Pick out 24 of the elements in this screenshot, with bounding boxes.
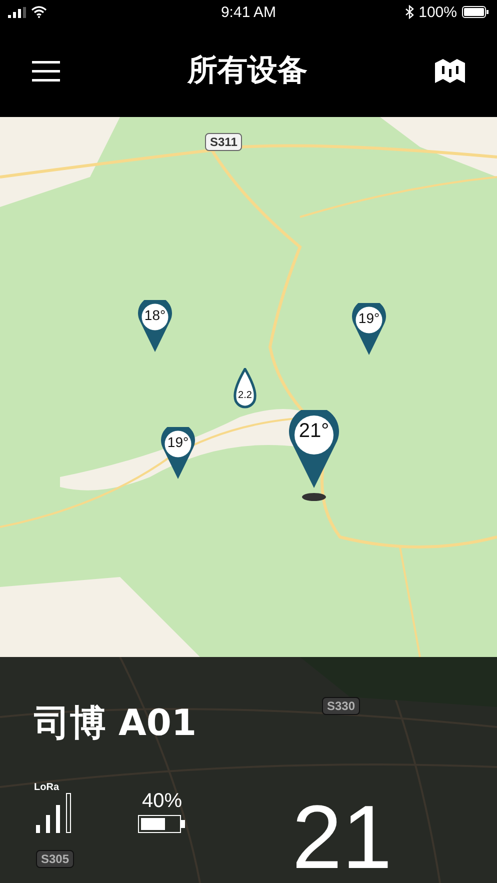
status-time: 9:41 AM (220, 4, 276, 20)
device-name: 司博 A01 (34, 702, 196, 746)
temperature-pin[interactable]: 21° (289, 410, 339, 488)
signal-icon (8, 6, 26, 18)
temperature-reading: 21 (292, 793, 392, 883)
battery-icon (138, 815, 186, 833)
page-title: 所有设备 (188, 52, 308, 90)
menu-icon (32, 60, 60, 82)
battery-icon (462, 6, 489, 18)
temperature-pin[interactable]: 18° (138, 300, 172, 352)
wifi-icon (31, 6, 47, 18)
road-label: S330 (322, 697, 360, 715)
temperature-pin[interactable]: 19° (352, 303, 386, 355)
bluetooth-icon (404, 5, 414, 19)
network-label: LoRa (34, 782, 60, 793)
rain-pin[interactable]: 2.2 (233, 368, 257, 410)
battery-percent: 40% (142, 790, 182, 813)
temperature-pin[interactable]: 19° (161, 427, 195, 479)
map-icon (435, 58, 465, 84)
road-label: S305 (36, 850, 74, 868)
menu-button[interactable] (32, 60, 60, 82)
map-view-button[interactable] (435, 58, 465, 84)
road-label: S311 (205, 133, 242, 151)
battery-percent: 100% (418, 4, 457, 20)
